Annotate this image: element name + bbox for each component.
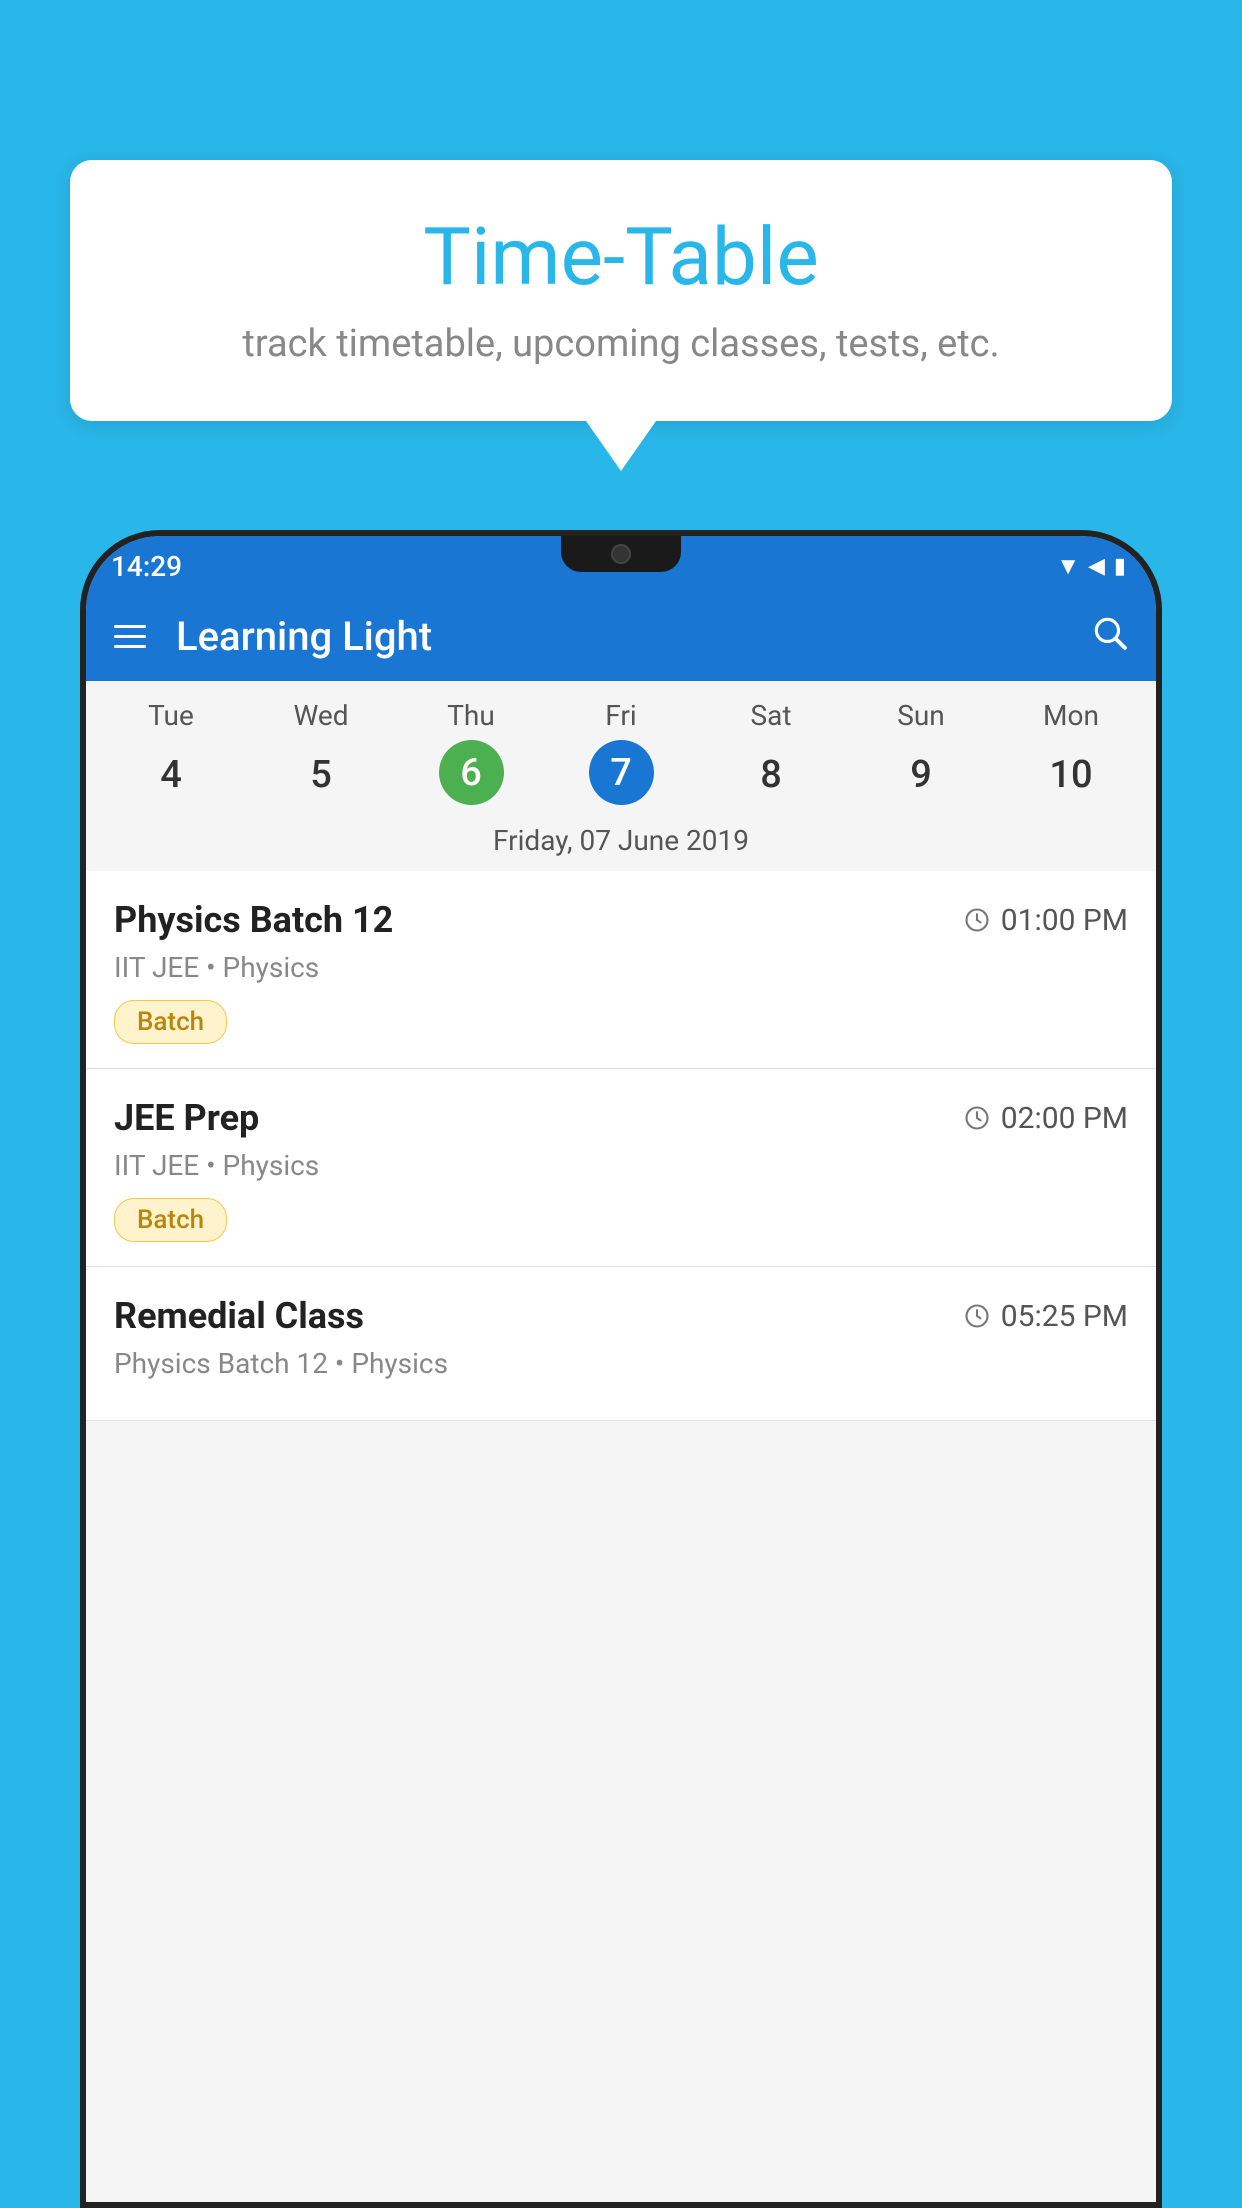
day-names-row: TueWedThuFriSatSunMon (86, 699, 1156, 732)
schedule-item-sub: IIT JEE • Physics (114, 951, 1128, 984)
speech-bubble-arrow (586, 421, 656, 471)
phone-screen: 14:29 ▼ ◀ ▮ Learning Light (86, 536, 1156, 2202)
schedule-item-time: 01:00 PM (963, 903, 1128, 938)
clock-icon (963, 1302, 991, 1330)
day-name-tue: Tue (96, 699, 246, 732)
day-name-sat: Sat (696, 699, 846, 732)
menu-button[interactable] (114, 625, 146, 648)
selected-date-label: Friday, 07 June 2019 (86, 824, 1156, 871)
day-numbers-row: 45678910 (86, 740, 1156, 810)
calendar-week: TueWedThuFriSatSunMon 45678910 Friday, 0… (86, 681, 1156, 871)
day-number-6[interactable]: 6 (396, 740, 546, 810)
wifi-icon: ▼ (1056, 552, 1080, 581)
schedule-item-title: Physics Batch 12 (114, 899, 393, 941)
schedule-item[interactable]: JEE Prep 02:00 PM IIT JEE • Physics Batch (86, 1069, 1156, 1267)
day-name-thu: Thu (396, 699, 546, 732)
batch-tag: Batch (114, 1000, 227, 1044)
day-number-7[interactable]: 7 (546, 740, 696, 810)
schedule-item-time: 02:00 PM (963, 1101, 1128, 1136)
day-number-9[interactable]: 9 (846, 740, 996, 810)
day-name-wed: Wed (246, 699, 396, 732)
feature-title: Time-Table (130, 210, 1112, 304)
search-icon[interactable] (1090, 613, 1128, 660)
speech-bubble-card: Time-Table track timetable, upcoming cla… (70, 160, 1172, 421)
status-time: 14:29 (111, 550, 182, 583)
schedule-item-time: 05:25 PM (963, 1299, 1128, 1334)
front-camera (611, 544, 631, 564)
battery-icon: ▮ (1114, 554, 1126, 579)
day-name-mon: Mon (996, 699, 1146, 732)
phone-frame: 14:29 ▼ ◀ ▮ Learning Light (80, 530, 1162, 2208)
schedule-item-sub: IIT JEE • Physics (114, 1149, 1128, 1182)
schedule-item-header: Physics Batch 12 01:00 PM (114, 899, 1128, 941)
schedule-list: Physics Batch 12 01:00 PM IIT JEE • Physi… (86, 871, 1156, 1421)
schedule-item-sub: Physics Batch 12 • Physics (114, 1347, 1128, 1380)
day-number-5[interactable]: 5 (246, 740, 396, 810)
app-title: Learning Light (176, 613, 1090, 660)
notch (561, 536, 681, 572)
day-number-8[interactable]: 8 (696, 740, 846, 810)
day-number-10[interactable]: 10 (996, 740, 1146, 810)
schedule-item[interactable]: Remedial Class 05:25 PM Physics Batch 12 … (86, 1267, 1156, 1421)
signal-icon: ◀ (1088, 554, 1106, 579)
clock-icon (963, 906, 991, 934)
schedule-item[interactable]: Physics Batch 12 01:00 PM IIT JEE • Physi… (86, 871, 1156, 1069)
clock-icon (963, 1104, 991, 1132)
app-bar: Learning Light (86, 591, 1156, 681)
power-button (1156, 706, 1162, 786)
schedule-item-title: Remedial Class (114, 1295, 364, 1337)
day-name-fri: Fri (546, 699, 696, 732)
schedule-item-header: Remedial Class 05:25 PM (114, 1295, 1128, 1337)
day-number-4[interactable]: 4 (96, 740, 246, 810)
feature-subtitle: track timetable, upcoming classes, tests… (130, 322, 1112, 366)
batch-tag: Batch (114, 1198, 227, 1242)
status-icons: ▼ ◀ ▮ (1056, 552, 1126, 581)
schedule-item-header: JEE Prep 02:00 PM (114, 1097, 1128, 1139)
schedule-item-title: JEE Prep (114, 1097, 259, 1139)
intro-section: Time-Table track timetable, upcoming cla… (70, 160, 1172, 471)
day-name-sun: Sun (846, 699, 996, 732)
